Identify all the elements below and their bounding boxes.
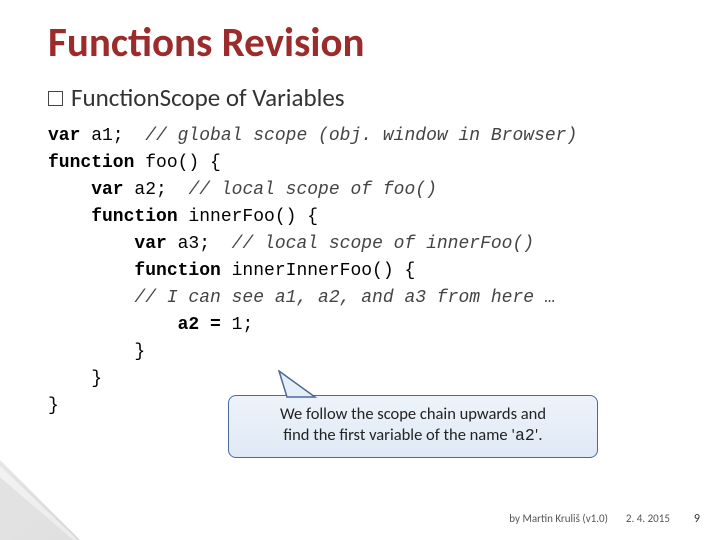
section-heading: Function Scope of Variables xyxy=(48,82,690,113)
page-number: 9 xyxy=(694,512,700,526)
keyword: function xyxy=(48,207,178,227)
slide-title: Functions Revision xyxy=(48,18,690,68)
callout-mono: a2 xyxy=(515,426,535,445)
callout-line2: find the first variable of the name 'a2'… xyxy=(241,425,585,446)
callout: We follow the scope chain upwards and fi… xyxy=(228,395,598,458)
code-text: } xyxy=(48,369,102,389)
callout-line1: We follow the scope chain upwards and xyxy=(241,404,585,425)
keyword: var xyxy=(48,180,124,200)
slide: Functions Revision Function Scope of Var… xyxy=(0,0,720,540)
callout-text: '. xyxy=(535,425,543,445)
footer: by Martin Kruliš (v1.0) 2. 4. 2015 9 xyxy=(509,512,700,526)
code-text xyxy=(48,315,178,335)
code-text: innerInnerFoo() { xyxy=(221,261,415,281)
comment: // global scope (obj. window in Browser) xyxy=(145,126,577,146)
keyword: var xyxy=(48,234,167,254)
code-bold: a2 = xyxy=(178,315,221,335)
keyword: var xyxy=(48,126,80,146)
code-text: a1; xyxy=(80,126,145,146)
code-text: a3; xyxy=(167,234,232,254)
code-text: innerFoo() { xyxy=(178,207,318,227)
comment: // local scope of foo() xyxy=(188,180,436,200)
callout-tail-icon xyxy=(275,370,325,398)
footer-author: by Martin Kruliš (v1.0) xyxy=(509,512,608,525)
subhead-bold: Function xyxy=(71,82,160,113)
code-text: a2; xyxy=(124,180,189,200)
corner-decoration-icon xyxy=(0,390,120,540)
keyword: function xyxy=(48,261,221,281)
code-text: 1; xyxy=(221,315,253,335)
bullet-box-icon xyxy=(48,91,63,106)
subhead-rest: Scope of Variables xyxy=(160,82,345,113)
code-text: foo() { xyxy=(134,153,220,173)
footer-date: 2. 4. 2015 xyxy=(626,512,670,525)
callout-text: find the first variable of the name ' xyxy=(283,425,515,445)
code-block: var a1; // global scope (obj. window in … xyxy=(48,123,690,420)
code-text: } xyxy=(48,342,145,362)
keyword: function xyxy=(48,153,134,173)
comment: // local scope of innerFoo() xyxy=(232,234,534,254)
comment: // I can see a1, a2, and a3 from here … xyxy=(48,288,556,308)
